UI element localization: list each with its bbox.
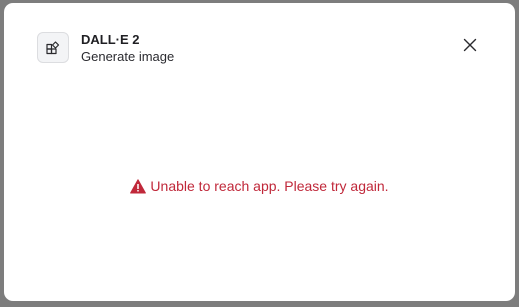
warning-triangle-icon (130, 178, 147, 194)
app-dialog: DALL·E 2 Generate image Unable to reach … (4, 3, 515, 301)
app-action-label: Generate image (81, 49, 175, 64)
error-message: Unable to reach app. Please try again. (150, 178, 389, 194)
app-titles: DALL·E 2 Generate image (81, 31, 174, 65)
app-name: DALL·E 2 (81, 32, 140, 47)
shapes-icon (37, 32, 69, 63)
close-icon (463, 38, 477, 52)
error-message-row: Unable to reach app. Please try again. (4, 178, 515, 194)
dialog-header: DALL·E 2 Generate image (37, 31, 485, 65)
close-button[interactable] (459, 34, 481, 56)
